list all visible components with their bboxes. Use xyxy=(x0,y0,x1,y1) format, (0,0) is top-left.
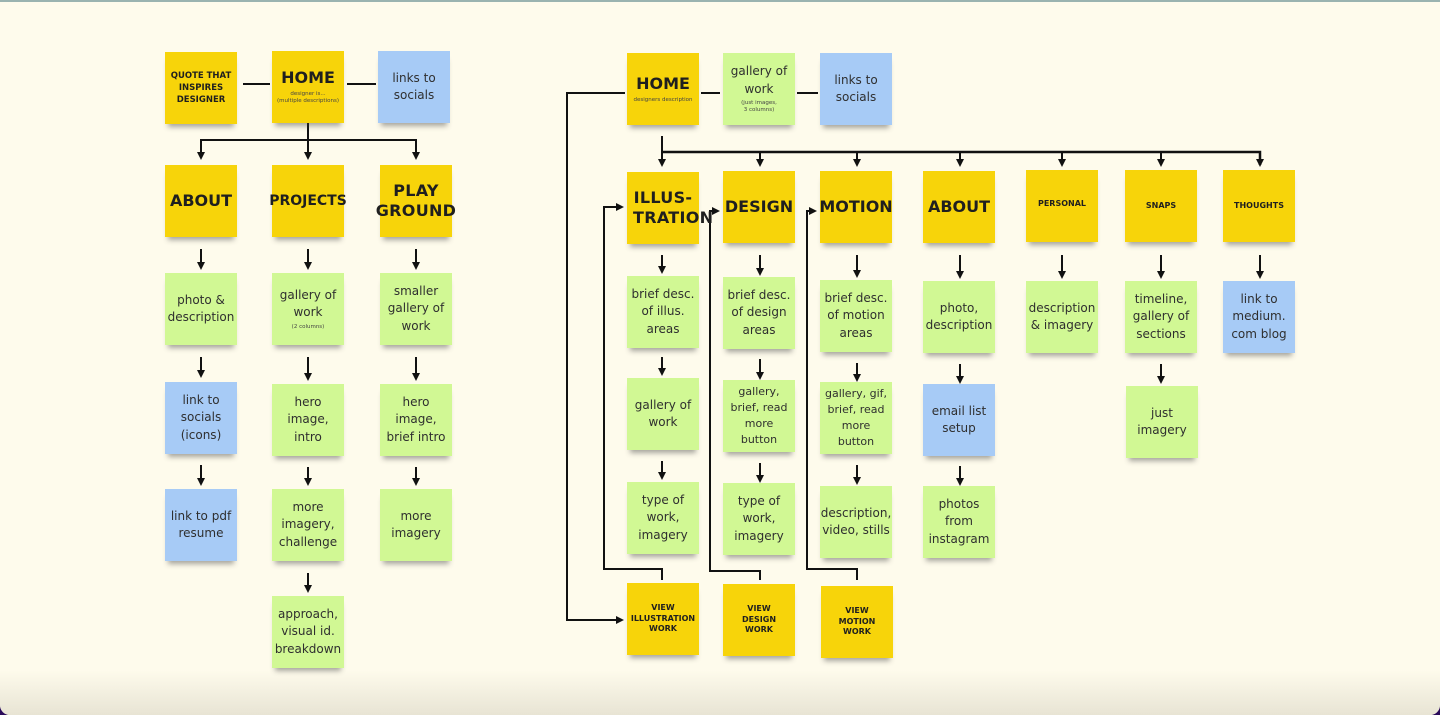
note-personal-child[interactable]: description & imagery xyxy=(1026,281,1098,353)
note-projects-child[interactable]: more imagery, challenge xyxy=(272,489,344,561)
note-about-left[interactable]: ABOUT xyxy=(165,165,237,237)
note-view-design[interactable]: VIEW DESIGN WORK xyxy=(723,584,795,656)
note-text: approach, visual id. breakdown xyxy=(274,606,342,656)
note-playground[interactable]: PLAY GROUND xyxy=(376,165,456,237)
note-text: gallery, brief, read more button xyxy=(730,385,788,446)
note-title: SNAPS xyxy=(1145,200,1177,210)
note-text: more imagery, challenge xyxy=(278,499,338,549)
note-text: type of work, imagery xyxy=(734,493,784,543)
note-about-right-child[interactable]: photos from instagram xyxy=(923,486,995,558)
note-title: PLAY GROUND xyxy=(375,181,457,220)
note-home-right[interactable]: HOME designers description xyxy=(627,53,699,125)
note-motion-child[interactable]: gallery, gif, brief, read more button xyxy=(820,382,892,454)
note-about-right-child[interactable]: email list setup xyxy=(923,384,995,456)
note-title: ABOUT xyxy=(169,190,233,210)
note-subtext: (just images, xyxy=(741,99,777,106)
note-title: MOTION xyxy=(819,196,893,216)
note-about-child[interactable]: photo & description xyxy=(165,273,237,345)
note-title: THOUGHTS xyxy=(1234,200,1284,210)
note-title: ABOUT xyxy=(927,196,991,216)
note-projects-child[interactable]: gallery of work (2 columns) xyxy=(272,273,344,345)
note-title: PERSONAL xyxy=(1037,198,1087,208)
note-text: brief desc. of motion areas xyxy=(824,290,888,340)
note-illustration[interactable]: ILLUS-TRATION xyxy=(627,172,714,244)
note-text: link to socials (icons) xyxy=(180,392,222,442)
note-text: photo & description xyxy=(167,292,235,324)
note-text: just imagery xyxy=(1137,405,1187,437)
note-personal[interactable]: PERSONAL xyxy=(1026,170,1098,242)
whiteboard-canvas[interactable]: QUOTE THAT INSPIRES DESIGNER HOME design… xyxy=(0,0,1440,715)
note-projects-child[interactable]: approach, visual id. breakdown xyxy=(272,596,344,668)
note-text: VIEW ILLUSTRATION WORK xyxy=(630,603,696,634)
note-text: link to medium. com blog xyxy=(1231,291,1287,341)
note-title: HOME xyxy=(636,73,690,93)
note-snaps-child[interactable]: just imagery xyxy=(1126,386,1198,458)
note-text: gallery of work xyxy=(279,287,337,320)
note-design[interactable]: DESIGN xyxy=(723,171,795,243)
note-playground-child[interactable]: more imagery xyxy=(380,489,452,561)
note-about-child[interactable]: link to pdf resume xyxy=(165,489,237,561)
note-subtext: 3 columns) xyxy=(743,107,775,114)
note-subtext: designer is... xyxy=(290,90,326,97)
note-text: link to pdf resume xyxy=(170,508,232,540)
note-gallery-right[interactable]: gallery of work (just images, 3 columns) xyxy=(723,53,795,125)
note-projects[interactable]: PROJECTS xyxy=(269,165,347,237)
note-text: photo, description xyxy=(925,300,993,332)
note-design-child[interactable]: brief desc. of design areas xyxy=(723,277,795,349)
note-text: hero image, intro xyxy=(287,394,329,444)
note-text: photos from instagram xyxy=(928,496,990,546)
note-playground-child[interactable]: smaller gallery of work xyxy=(380,273,452,345)
note-snaps-child[interactable]: timeline, gallery of sections xyxy=(1125,281,1197,353)
note-subtext: (2 columns) xyxy=(291,323,325,330)
connector-home-to-view-illustration xyxy=(566,92,625,624)
note-text: description & imagery xyxy=(1028,300,1096,332)
note-title: PROJECTS xyxy=(269,192,347,209)
note-text: brief desc. of illus. areas xyxy=(631,286,695,336)
note-text: gallery of work xyxy=(730,64,788,96)
note-subtext: designers description xyxy=(633,96,693,103)
note-text: VIEW DESIGN WORK xyxy=(741,604,777,635)
note-text: smaller gallery of work xyxy=(387,283,445,333)
note-illustration-child[interactable]: gallery of work xyxy=(627,378,699,450)
note-view-illustration[interactable]: VIEW ILLUSTRATION WORK xyxy=(627,583,699,655)
note-text: gallery, gif, brief, read more button xyxy=(824,387,888,448)
note-snaps[interactable]: SNAPS xyxy=(1125,170,1197,242)
note-title: ILLUS-TRATION xyxy=(633,188,714,227)
note-motion-child[interactable]: description, video, stills xyxy=(820,486,892,558)
note-home-left[interactable]: HOME designer is... (multiple descriptio… xyxy=(272,51,344,123)
note-design-child[interactable]: type of work, imagery xyxy=(723,483,795,555)
note-projects-child[interactable]: hero image, intro xyxy=(272,384,344,456)
note-motion[interactable]: MOTION xyxy=(819,171,893,243)
note-text: brief desc. of design areas xyxy=(727,287,791,337)
note-text: description, video, stills xyxy=(820,505,892,537)
note-quote[interactable]: QUOTE THAT INSPIRES DESIGNER xyxy=(165,52,237,124)
note-design-child[interactable]: gallery, brief, read more button xyxy=(723,380,795,452)
note-illustration-child[interactable]: brief desc. of illus. areas xyxy=(627,276,699,348)
note-view-motion[interactable]: VIEW MOTION WORK xyxy=(821,586,893,658)
note-text: QUOTE THAT INSPIRES DESIGNER xyxy=(170,70,232,106)
note-subtext: (multiple descriptions) xyxy=(277,98,339,105)
note-about-right-child[interactable]: photo, description xyxy=(923,281,995,353)
note-text: timeline, gallery of sections xyxy=(1132,291,1190,341)
note-socials-left[interactable]: links to socials xyxy=(378,51,450,123)
note-motion-child[interactable]: brief desc. of motion areas xyxy=(820,280,892,352)
note-title: HOME xyxy=(281,68,335,88)
note-socials-right[interactable]: links to socials xyxy=(820,53,892,125)
note-thoughts-child[interactable]: link to medium. com blog xyxy=(1223,281,1295,353)
note-title: DESIGN xyxy=(724,196,794,216)
note-text: hero image, brief intro xyxy=(386,394,446,444)
note-text: type of work, imagery xyxy=(638,492,688,542)
note-about-child[interactable]: link to socials (icons) xyxy=(165,382,237,454)
note-text: gallery of work xyxy=(634,397,692,429)
note-text: more imagery xyxy=(391,508,441,540)
note-playground-child[interactable]: hero image, brief intro xyxy=(380,384,452,456)
note-text: links to socials xyxy=(834,72,878,104)
note-about-right[interactable]: ABOUT xyxy=(923,171,995,243)
note-thoughts[interactable]: THOUGHTS xyxy=(1223,170,1295,242)
note-text: links to socials xyxy=(392,70,436,102)
note-illustration-child[interactable]: type of work, imagery xyxy=(627,482,699,554)
note-text: VIEW MOTION WORK xyxy=(838,606,876,637)
note-text: email list setup xyxy=(931,403,987,435)
